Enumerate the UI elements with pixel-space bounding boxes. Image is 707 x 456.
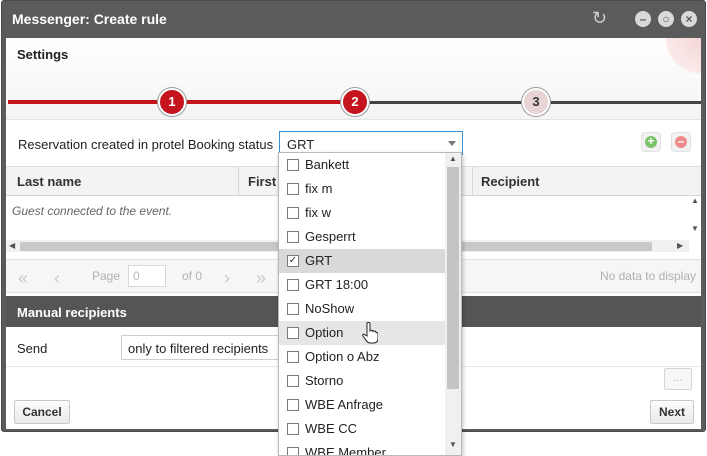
dropdown-option[interactable]: Storno xyxy=(279,369,445,393)
column-recipient[interactable]: Recipient xyxy=(481,174,540,189)
checkbox[interactable] xyxy=(287,375,299,387)
title-bar: Messenger: Create rule ↻ – ○ × xyxy=(2,1,705,38)
dropdown-option[interactable]: WBE CC xyxy=(279,417,445,441)
step-2: 2 xyxy=(341,88,369,116)
column-separator xyxy=(472,167,473,196)
plus-icon: + xyxy=(645,135,657,148)
page-input[interactable]: 0 xyxy=(128,265,166,287)
dropdown-option[interactable]: Bankett xyxy=(279,153,445,177)
checkbox[interactable] xyxy=(287,327,299,339)
cancel-button[interactable]: Cancel xyxy=(14,400,70,424)
checkbox[interactable] xyxy=(287,351,299,363)
dropdown-option-label: WBE Anfrage xyxy=(305,397,384,412)
dropdown-option-label: Gesperrt xyxy=(305,229,356,244)
next-page-icon[interactable]: › xyxy=(224,268,230,289)
dropdown-option-label: Option o Abz xyxy=(305,349,380,364)
remove-button[interactable]: – xyxy=(671,132,691,152)
dropdown-option-label: Storno xyxy=(305,373,344,388)
minus-icon: – xyxy=(675,135,687,148)
dropdown-option[interactable]: Option o Abz xyxy=(279,345,445,369)
corner-decoration xyxy=(651,38,701,88)
checkbox[interactable] xyxy=(287,423,299,435)
column-separator xyxy=(238,167,239,196)
last-page-icon[interactable]: » xyxy=(256,268,266,289)
checkbox[interactable] xyxy=(287,183,299,195)
step-3: 3 xyxy=(522,88,550,116)
send-mode-select[interactable]: only to filtered recipients xyxy=(121,335,281,360)
booking-status-value: GRT xyxy=(287,137,315,152)
dropdown-option-label: WBE Member xyxy=(305,445,386,456)
hand-cursor-icon xyxy=(362,322,378,344)
booking-status-dropdown[interactable]: Bankett fix m fix w Gesperrt ✓ GRT GRT 18:00 No… xyxy=(278,152,462,456)
chevron-down-icon xyxy=(448,141,456,146)
dropdown-scrollbar[interactable]: ▲ ▼ xyxy=(445,153,461,455)
dropdown-option[interactable]: ✓ GRT xyxy=(279,249,445,273)
dropdown-option-label: GRT xyxy=(305,253,333,268)
dropdown-option-label: Option xyxy=(305,325,344,340)
window-title: Messenger: Create rule xyxy=(12,11,167,27)
prev-page-icon[interactable]: ‹ xyxy=(54,268,60,289)
wizard-header: Settings 1 2 3 xyxy=(6,38,701,120)
checkbox[interactable] xyxy=(287,279,299,291)
scroll-up-icon[interactable]: ▲ xyxy=(691,196,699,205)
grid-vertical-scrollbar[interactable]: ▲ ▼ xyxy=(689,196,701,240)
no-data-text: No data to display xyxy=(599,269,696,283)
column-first-name[interactable]: First xyxy=(248,174,276,189)
dropdown-option[interactable]: WBE Member xyxy=(279,441,445,456)
checkbox[interactable] xyxy=(287,447,299,455)
scroll-down-icon[interactable]: ▼ xyxy=(449,440,457,449)
scrollbar-thumb[interactable] xyxy=(447,167,459,389)
first-page-icon[interactable]: « xyxy=(18,268,28,289)
checkbox[interactable]: ✓ xyxy=(287,255,299,267)
page-label: Page xyxy=(92,269,121,283)
dropdown-option-label: NoShow xyxy=(305,301,355,316)
close-icon[interactable]: × xyxy=(681,11,697,27)
scroll-up-icon[interactable]: ▲ xyxy=(449,154,457,163)
wizard-title: Settings xyxy=(17,47,69,62)
dropdown-option[interactable]: WBE Anfrage xyxy=(279,393,445,417)
refresh-icon[interactable]: ↻ xyxy=(592,8,607,29)
checkbox[interactable] xyxy=(287,231,299,243)
step-1: 1 xyxy=(158,88,186,116)
scroll-left-icon[interactable]: ◀ xyxy=(9,241,15,250)
dropdown-option-label: fix m xyxy=(305,181,333,196)
page-count: of 0 xyxy=(182,269,203,283)
scroll-down-icon[interactable]: ▼ xyxy=(691,224,699,233)
next-button[interactable]: Next xyxy=(650,400,694,424)
checkbox[interactable] xyxy=(287,159,299,171)
booking-status-label: Reservation created in protel Booking st… xyxy=(18,137,274,152)
more-button[interactable]: ... xyxy=(664,368,692,390)
dropdown-option[interactable]: Gesperrt xyxy=(279,225,445,249)
scroll-right-icon[interactable]: ▶ xyxy=(677,241,683,250)
add-button[interactable]: + xyxy=(641,132,661,152)
column-last-name[interactable]: Last name xyxy=(17,174,81,189)
minimize-icon[interactable]: – xyxy=(635,11,651,27)
grid-empty-text: Guest connected to the event. xyxy=(12,204,173,218)
dropdown-option[interactable]: fix m xyxy=(279,177,445,201)
dropdown-option-label: fix w xyxy=(305,205,331,220)
checkbox[interactable] xyxy=(287,207,299,219)
restore-icon[interactable]: ○ xyxy=(658,11,674,27)
dropdown-option[interactable]: fix w xyxy=(279,201,445,225)
checkbox[interactable] xyxy=(287,399,299,411)
dropdown-option[interactable]: NoShow xyxy=(279,297,445,321)
checkbox[interactable] xyxy=(287,303,299,315)
dropdown-option-label: WBE CC xyxy=(305,421,357,436)
dropdown-option-label: Bankett xyxy=(305,157,350,172)
dropdown-option[interactable]: GRT 18:00 xyxy=(279,273,445,297)
dropdown-option-label: GRT 18:00 xyxy=(305,277,369,292)
send-label: Send xyxy=(17,341,48,356)
